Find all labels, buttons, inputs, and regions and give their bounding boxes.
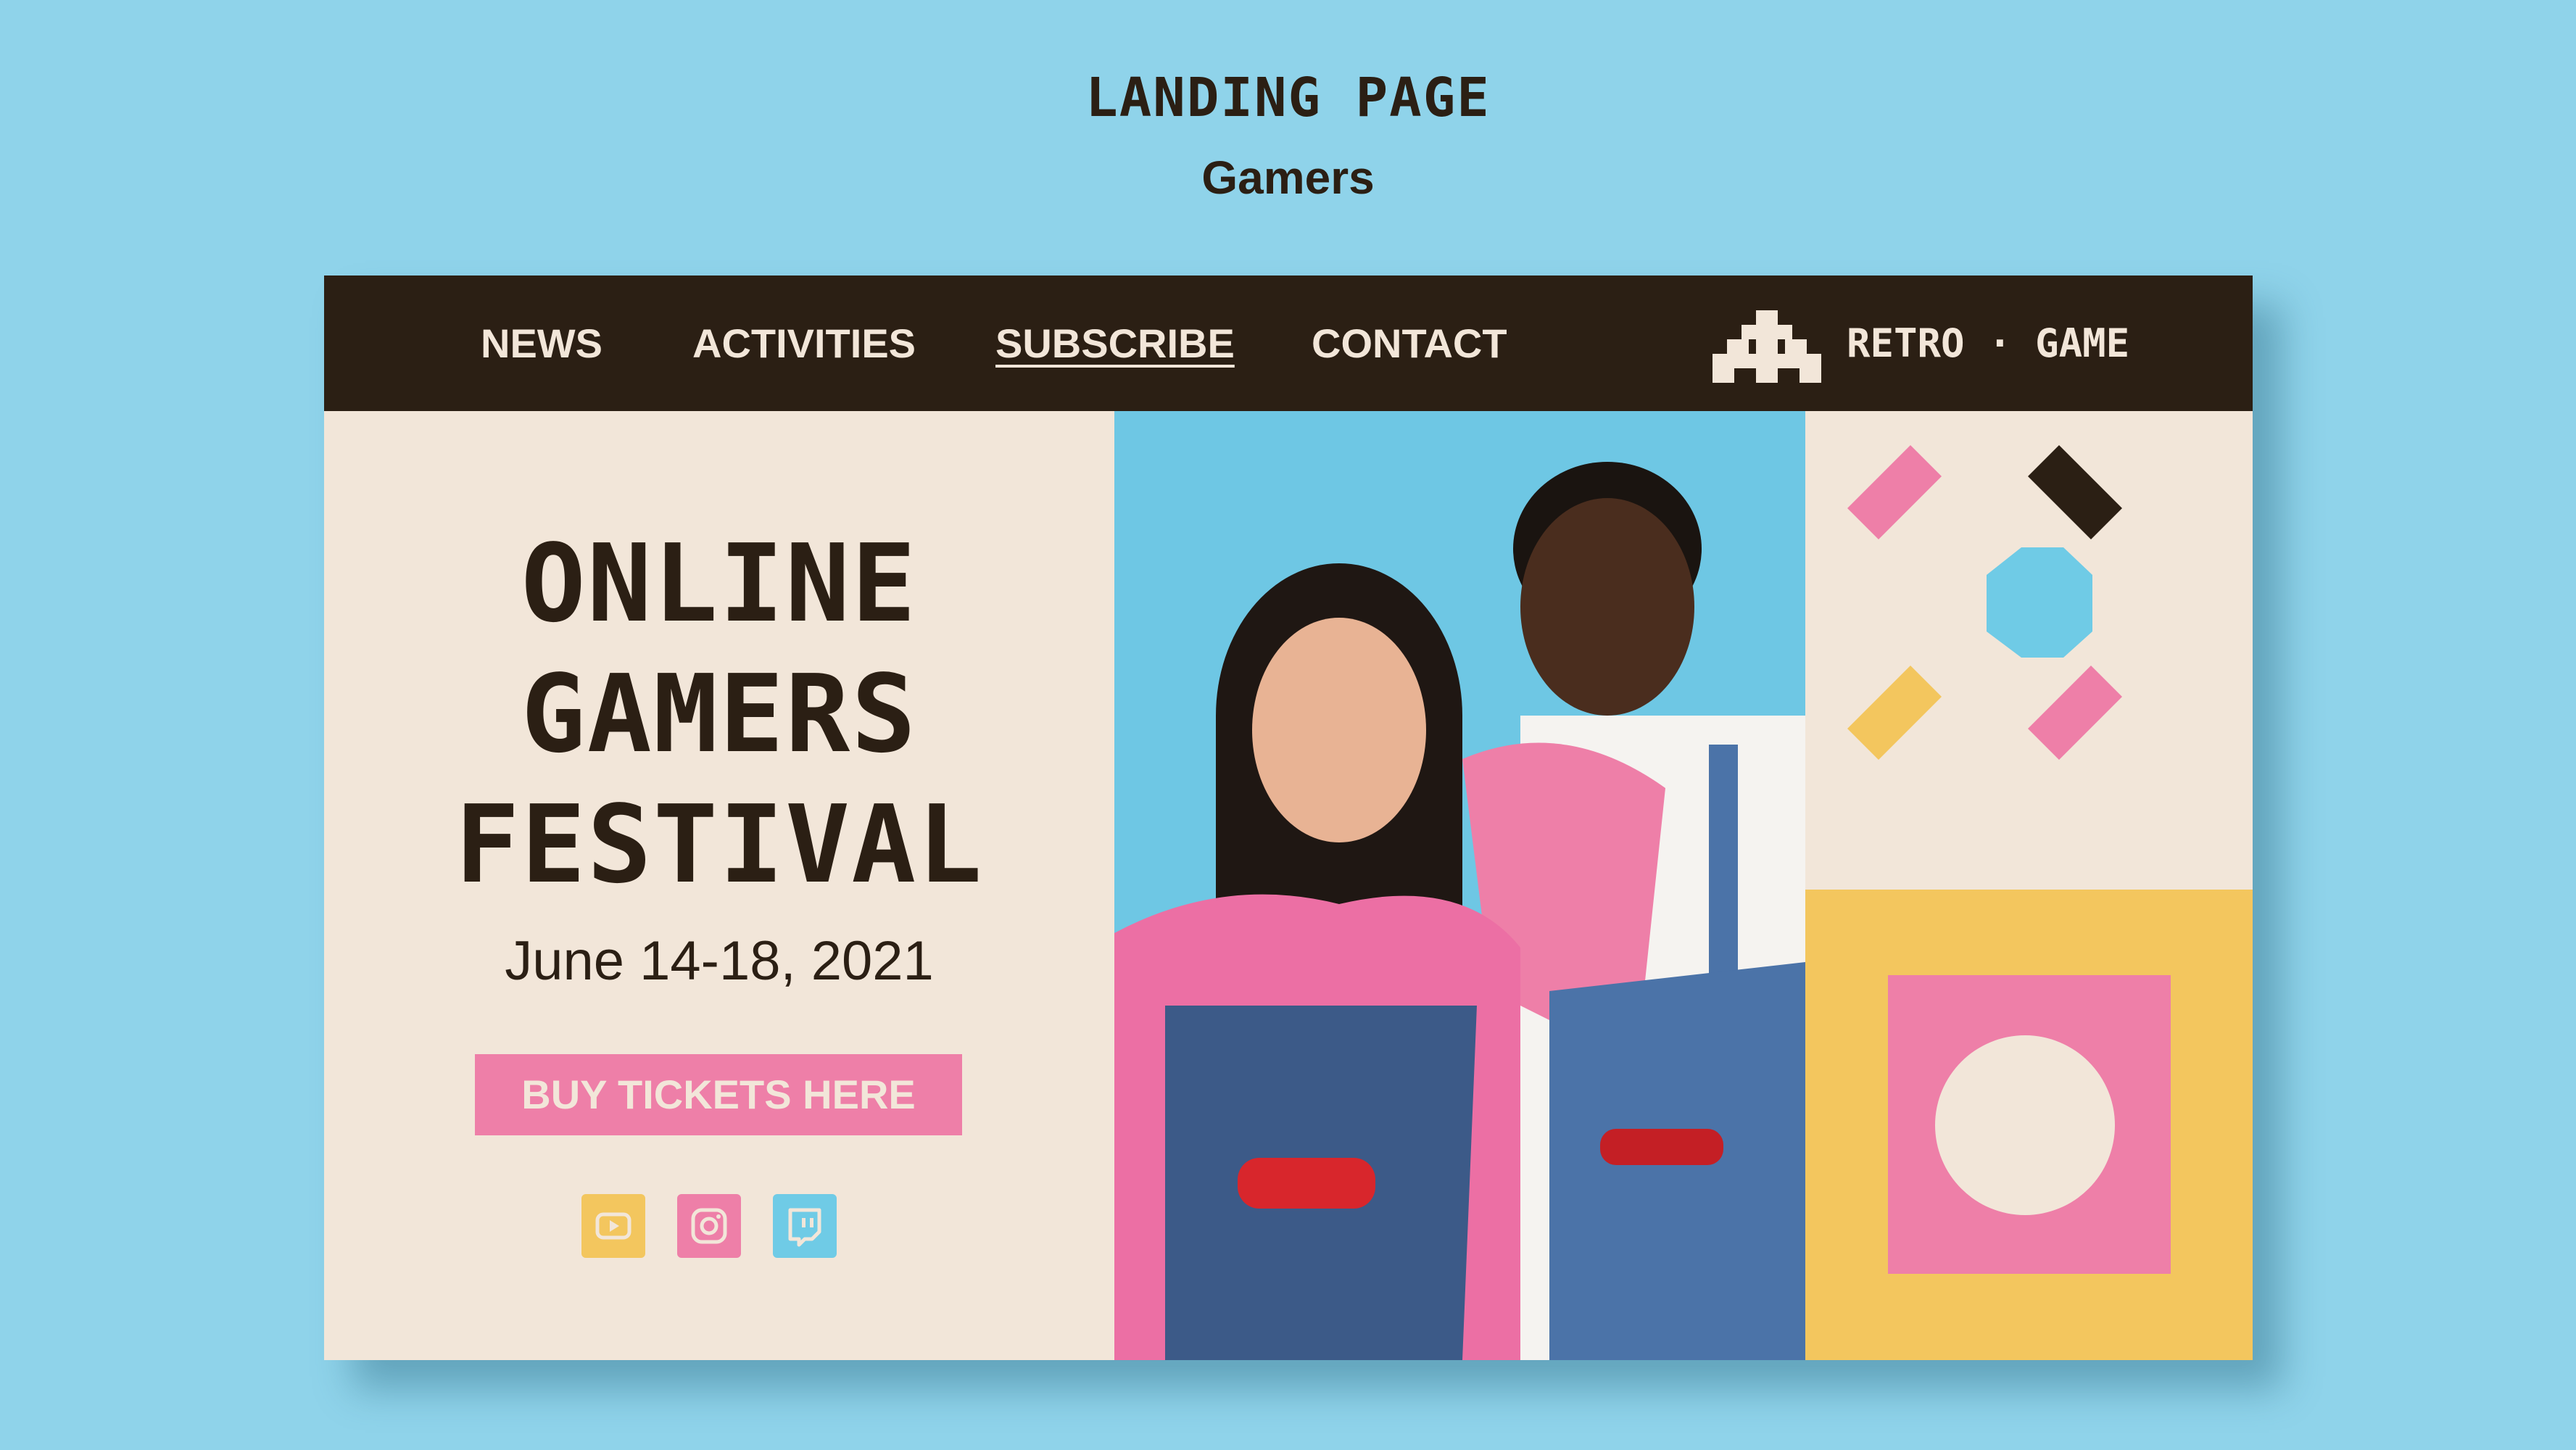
hero-title-line: GAMERS [521, 652, 918, 776]
space-invader-icon[interactable] [1712, 310, 1821, 383]
nav-link-news[interactable]: NEWS [481, 276, 602, 411]
brand-name[interactable]: RETRO · GAME [1847, 276, 2129, 411]
landing-page-mockup: NEWS ACTIVITIES SUBSCRIBE CONTACT RETRO … [324, 276, 2253, 1360]
nav-link-subscribe[interactable]: SUBSCRIBE [995, 276, 1235, 411]
page-caption-title: LANDING PAGE [1085, 67, 1491, 129]
youtube-icon[interactable] [581, 1194, 645, 1258]
buy-tickets-button[interactable]: BUY TICKETS HERE [475, 1054, 962, 1135]
event-date: June 14-18, 2021 [505, 930, 934, 992]
hero-title: ONLINE GAMERS FESTIVAL [324, 518, 1114, 910]
top-navbar: NEWS ACTIVITIES SUBSCRIBE CONTACT RETRO … [324, 276, 2253, 411]
decorative-pattern-bottom [1805, 890, 2253, 1360]
hero-panel: ONLINE GAMERS FESTIVAL June 14-18, 2021 … [324, 411, 1114, 1360]
page-caption-subtitle: Gamers [1201, 152, 1375, 204]
nav-link-activities[interactable]: ACTIVITIES [692, 276, 916, 411]
gamers-photo [1114, 411, 1805, 1360]
hero-title-line: ONLINE [521, 521, 918, 646]
nav-link-contact[interactable]: CONTACT [1312, 276, 1507, 411]
decorative-pattern-top [1805, 411, 2253, 890]
instagram-icon[interactable] [677, 1194, 741, 1258]
hero-title-line: FESTIVAL [455, 782, 984, 907]
twitch-icon[interactable] [773, 1194, 837, 1258]
